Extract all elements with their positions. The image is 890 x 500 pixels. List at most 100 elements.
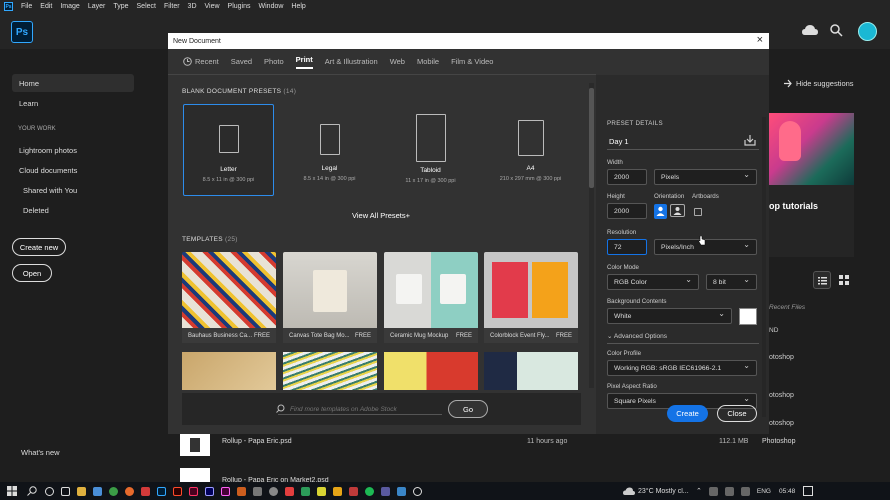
tray-chevron-icon[interactable]: ⌃ [696, 487, 702, 495]
menu-image[interactable]: Image [60, 3, 79, 10]
recent-files-filter[interactable]: Recent Files [769, 304, 805, 311]
hide-suggestions-link[interactable]: Hide suggestions [796, 79, 854, 88]
resolution-input[interactable]: 72 [607, 239, 647, 255]
menu-select[interactable]: Select [137, 3, 156, 10]
artboards-checkbox[interactable] [694, 208, 702, 216]
width-unit-select[interactable]: Pixels [654, 169, 757, 185]
nav-deleted[interactable]: Deleted [12, 201, 134, 219]
preset-legal[interactable]: Legal 8.5 x 14 in @ 300 ppi [284, 104, 375, 196]
template-card[interactable] [484, 352, 578, 390]
avatar[interactable] [858, 22, 877, 41]
create-new-button[interactable]: Create new [12, 238, 66, 256]
photoshop-taskbar-icon[interactable] [157, 486, 166, 496]
app-icon[interactable] [269, 486, 278, 496]
file-thumbnail[interactable] [180, 468, 210, 482]
tab-art-illustration[interactable]: Art & Illustration [325, 57, 378, 66]
tab-film-video[interactable]: Film & Video [451, 57, 493, 66]
template-card[interactable] [283, 352, 377, 390]
background-contents-select[interactable]: White [607, 308, 732, 324]
menu-plugins[interactable]: Plugins [228, 3, 251, 10]
menu-help[interactable]: Help [291, 3, 305, 10]
whats-new-link[interactable]: What's new [21, 448, 60, 457]
app-icon[interactable] [301, 486, 310, 496]
close-button[interactable]: Close [717, 405, 757, 422]
height-input[interactable]: 2000 [607, 203, 647, 219]
kind-column-header[interactable]: ND [769, 327, 778, 334]
tab-saved[interactable]: Saved [231, 57, 252, 66]
chrome-icon[interactable] [109, 486, 118, 496]
color-mode-select[interactable]: RGB Color [607, 274, 699, 290]
app-icon[interactable] [397, 486, 406, 496]
template-card[interactable] [384, 352, 478, 390]
landscape-orientation-button[interactable] [670, 204, 685, 217]
tutorial-thumbnail[interactable] [769, 113, 854, 185]
volume-icon[interactable] [740, 486, 750, 496]
width-input[interactable]: 2000 [607, 169, 647, 185]
menu-view[interactable]: View [205, 3, 220, 10]
open-button[interactable]: Open [12, 264, 52, 282]
file-explorer-icon[interactable] [77, 486, 86, 496]
template-card[interactable]: Bauhaus Business Ca... FREE [182, 252, 276, 343]
list-view-button[interactable] [813, 271, 831, 289]
language-indicator[interactable]: ENG [757, 488, 771, 495]
template-card[interactable] [182, 352, 276, 390]
app-icon[interactable] [237, 486, 246, 496]
menu-layer[interactable]: Layer [88, 3, 106, 10]
nav-lightroom-photos[interactable]: Lightroom photos [12, 141, 134, 159]
app-icon[interactable] [349, 486, 358, 496]
premiere-icon[interactable] [205, 486, 214, 496]
windows-start-icon[interactable] [7, 486, 17, 496]
create-button[interactable]: Create [667, 405, 708, 422]
tutorial-card[interactable] [769, 185, 854, 257]
notifications-icon[interactable] [803, 486, 814, 496]
network-icon[interactable] [724, 486, 734, 496]
template-card[interactable]: Ceramic Mug Mockup FREE [384, 252, 478, 343]
cortana-icon[interactable] [45, 486, 54, 496]
go-button[interactable]: Go [448, 400, 488, 418]
grid-view-icon[interactable] [839, 275, 849, 285]
menu-type[interactable]: Type [113, 3, 128, 10]
settings-icon[interactable] [413, 486, 422, 496]
menu-window[interactable]: Window [259, 3, 284, 10]
preset-a4[interactable]: A4 210 x 297 mm @ 300 ppi [485, 104, 576, 196]
view-all-presets-link[interactable]: View All Presets+ [352, 211, 410, 220]
xd-icon[interactable] [221, 486, 230, 496]
clock-time[interactable]: 05:48 [779, 488, 795, 495]
portrait-orientation-button[interactable] [654, 204, 667, 219]
nav-cloud-documents[interactable]: Cloud documents [12, 161, 134, 179]
close-icon[interactable]: × [757, 34, 763, 46]
menu-filter[interactable]: Filter [164, 3, 180, 10]
menu-3d[interactable]: 3D [188, 3, 197, 10]
preset-tabloid[interactable]: Tabloid 11 x 17 in @ 300 ppi [385, 104, 476, 196]
preset-letter[interactable]: Letter 8.5 x 11 in @ 300 ppi [183, 104, 274, 196]
app-icon[interactable] [333, 486, 342, 496]
template-card[interactable]: Canvas Tote Bag Mo... FREE [283, 252, 377, 343]
tray-icon[interactable] [708, 486, 718, 496]
document-name-field[interactable]: Day 1 [609, 137, 629, 146]
recent-file-name[interactable]: Rollup - Papa Eric.psd [222, 438, 292, 445]
task-view-icon[interactable] [61, 486, 70, 496]
tab-photo[interactable]: Photo [264, 57, 284, 66]
nav-learn[interactable]: Learn [12, 94, 134, 112]
scrollbar-thumb[interactable] [589, 88, 594, 188]
nav-home[interactable]: Home [12, 74, 134, 92]
template-card[interactable]: Colorblock Event Fly... FREE [484, 252, 578, 343]
panel-scrollbar[interactable] [762, 117, 766, 417]
menu-edit[interactable]: Edit [40, 3, 52, 10]
illustrator-icon[interactable] [173, 486, 182, 496]
weather-text[interactable]: 23°C Mostly cl... [638, 488, 694, 495]
tab-web[interactable]: Web [390, 57, 405, 66]
nav-shared-with-you[interactable]: Shared with You [12, 181, 134, 199]
search-icon[interactable] [27, 486, 37, 496]
app-icon[interactable] [317, 486, 326, 496]
search-icon[interactable] [830, 24, 843, 37]
app-icon[interactable] [381, 486, 390, 496]
tab-mobile[interactable]: Mobile [417, 57, 439, 66]
app-icon[interactable] [141, 486, 150, 496]
app-icon[interactable] [253, 486, 262, 496]
app-icon[interactable] [285, 486, 294, 496]
menu-file[interactable]: File [21, 3, 32, 10]
advanced-options-toggle[interactable]: ⌄ Advanced Options [607, 332, 667, 340]
photoshop-logo[interactable]: Ps [11, 21, 33, 43]
firefox-icon[interactable] [125, 486, 134, 496]
